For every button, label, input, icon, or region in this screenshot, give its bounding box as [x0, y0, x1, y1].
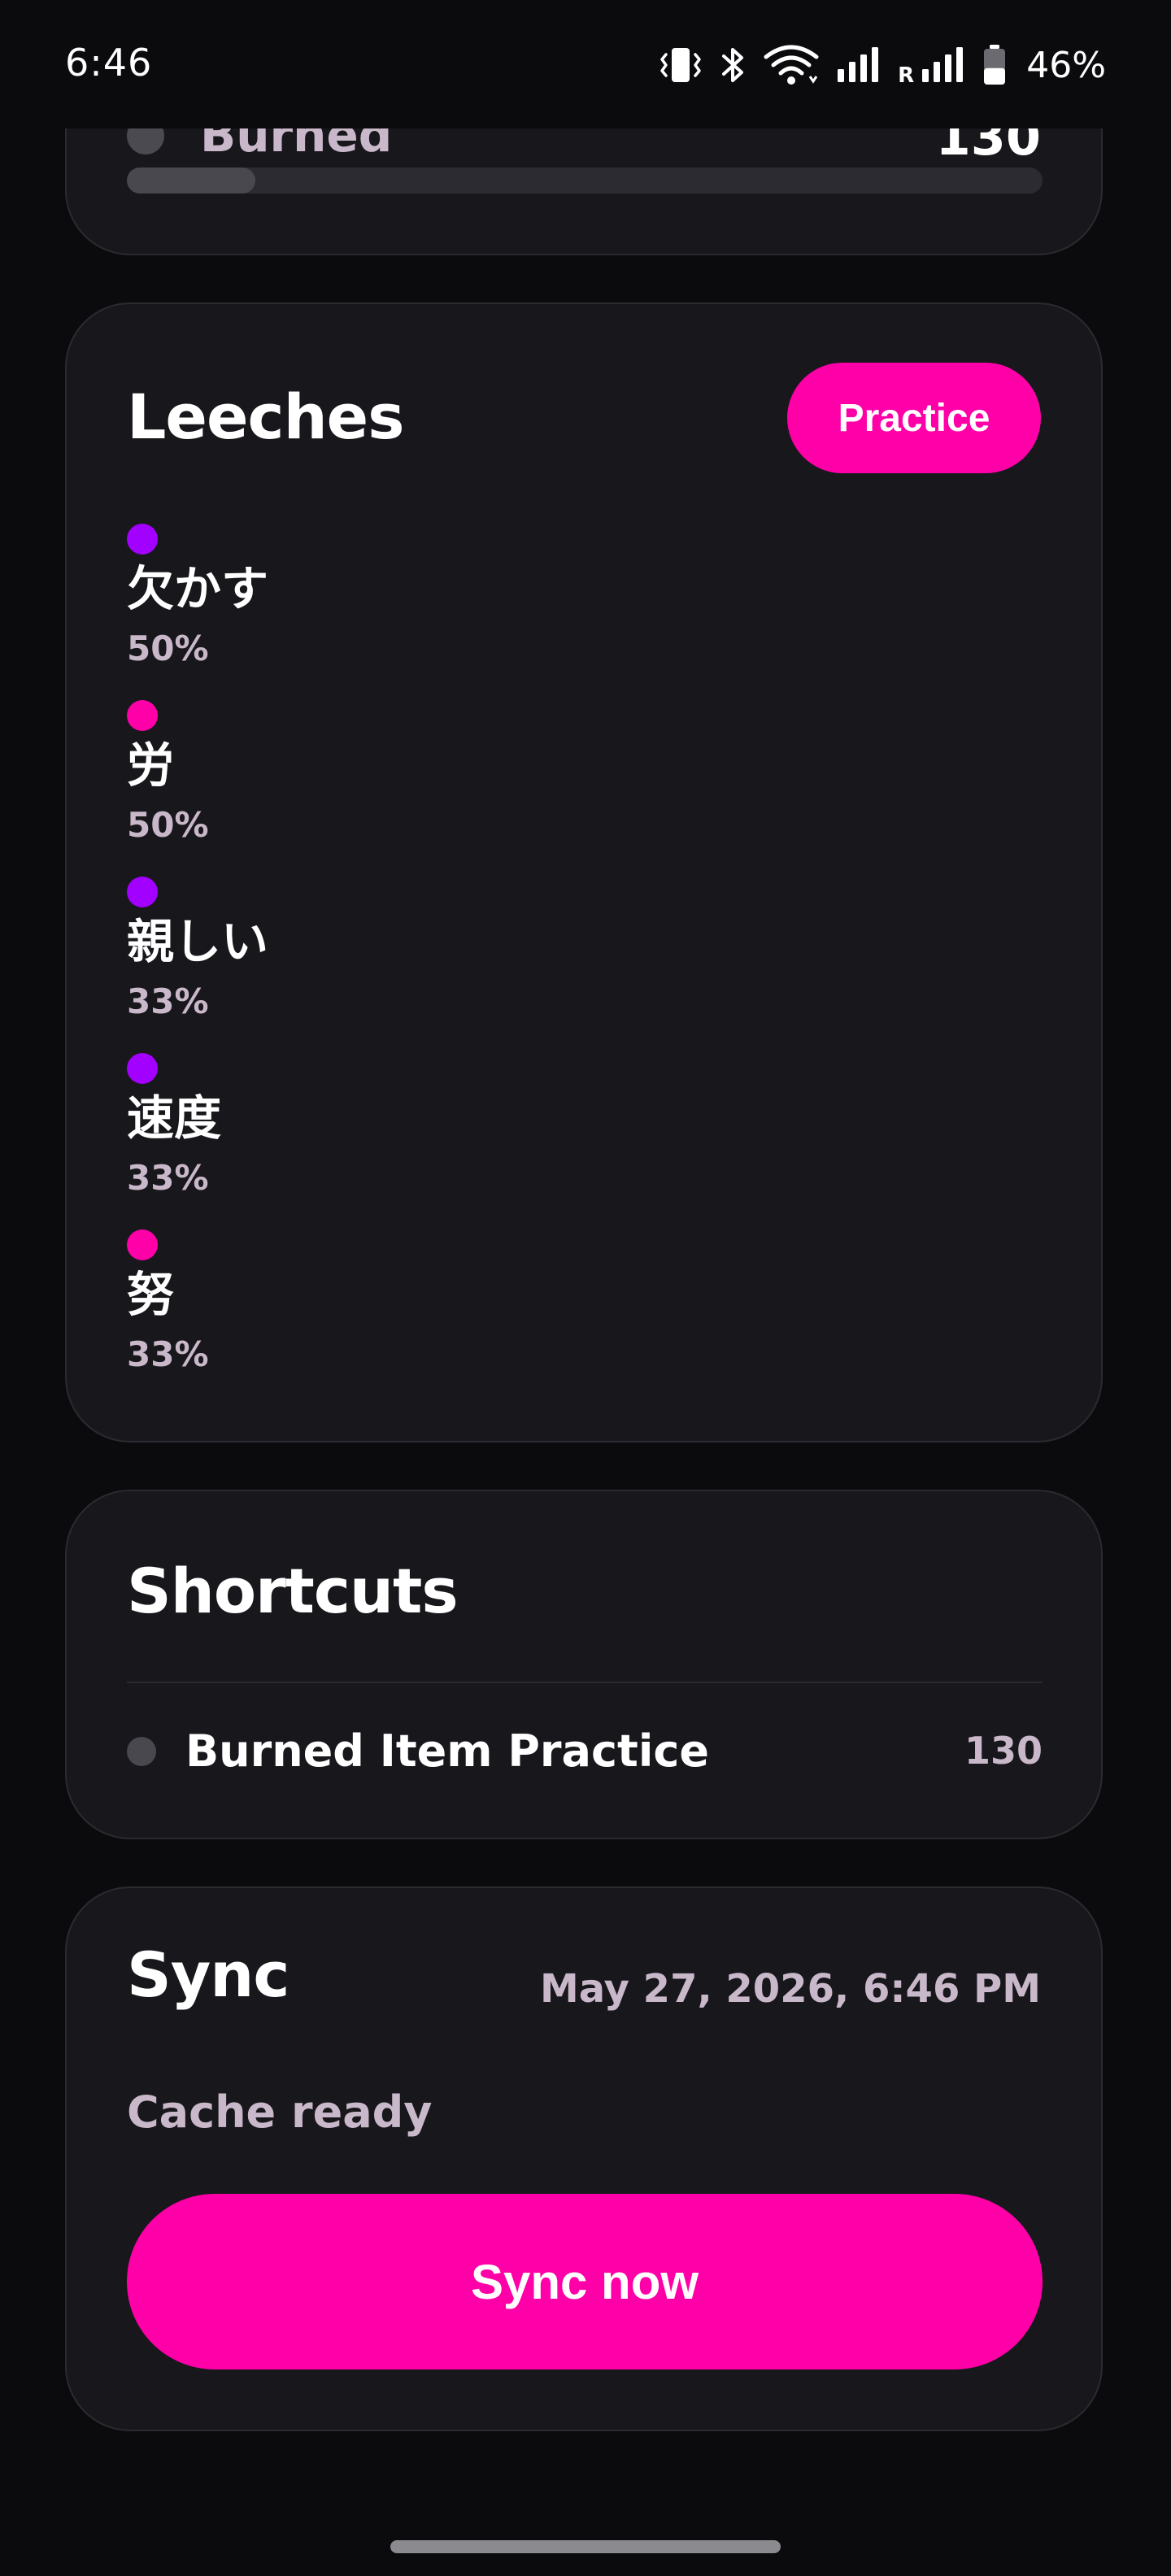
divider	[127, 1682, 1043, 1683]
shortcut-count: 130	[964, 1729, 1043, 1773]
leech-dot	[127, 700, 158, 731]
shortcuts-card: Shortcuts Burned Item Practice 130	[65, 1490, 1103, 1839]
signal-roaming-icon	[921, 45, 966, 85]
signal-icon	[836, 45, 882, 85]
leech-item[interactable]: 欠かす 50%	[127, 517, 1043, 694]
status-time: 6:46	[65, 41, 153, 85]
vibrate-icon	[659, 45, 703, 85]
last-sync-time: May 27, 2026, 6:46 PM	[539, 1966, 1041, 2012]
leech-dot	[127, 1229, 158, 1260]
shortcuts-title: Shortcuts	[127, 1555, 459, 1627]
leech-dot	[127, 1053, 158, 1084]
battery-icon	[982, 44, 1007, 86]
wifi-icon	[763, 44, 820, 86]
sync-now-button[interactable]: Sync now	[127, 2194, 1043, 2369]
battery-percent: 46%	[1026, 44, 1106, 86]
leech-item[interactable]: 親しい 33%	[127, 870, 1043, 1046]
leech-percent: 50%	[127, 629, 209, 668]
status-icons: R 46%	[659, 41, 1106, 89]
leech-list: 欠かす 50% 労 50% 親しい 33% 速度 33% 努 33%	[127, 517, 1043, 1399]
shortcut-label: Burned Item Practice	[185, 1725, 709, 1777]
leech-dot	[127, 877, 158, 907]
leech-percent: 50%	[127, 805, 209, 845]
leech-word: 欠かす	[127, 561, 269, 616]
burned-progress-fill	[127, 168, 255, 194]
burned-progress-bar	[127, 168, 1043, 194]
shortcut-dot	[127, 1737, 156, 1766]
leech-percent: 33%	[127, 1158, 209, 1198]
leech-dot	[127, 524, 158, 555]
leech-item[interactable]: 労 50%	[127, 694, 1043, 870]
gesture-navigation-bar[interactable]	[390, 2540, 781, 2553]
leech-word: 努	[127, 1267, 175, 1322]
leeches-title: Leeches	[127, 381, 404, 453]
leech-word: 親しい	[127, 914, 269, 969]
leech-percent: 33%	[127, 1334, 209, 1374]
roaming-label: R	[898, 63, 915, 88]
shortcut-burned-item-practice[interactable]: Burned Item Practice 130	[127, 1711, 1043, 1792]
leech-word: 速度	[127, 1090, 222, 1146]
sync-title: Sync	[127, 1939, 289, 2011]
sync-card: Sync May 27, 2026, 6:46 PM Cache ready S…	[65, 1886, 1103, 2431]
leech-percent: 33%	[127, 981, 209, 1021]
leech-item[interactable]: 努 33%	[127, 1223, 1043, 1399]
bluetooth-icon	[719, 45, 747, 85]
status-bar: 6:46 R 46%	[0, 0, 1171, 128]
practice-button[interactable]: Practice	[787, 363, 1041, 473]
sync-status: Cache ready	[127, 2086, 433, 2138]
leech-item[interactable]: 速度 33%	[127, 1046, 1043, 1223]
leech-word: 労	[127, 738, 175, 793]
leeches-card: Leeches Practice 欠かす 50% 労 50% 親しい 33% 速…	[65, 302, 1103, 1442]
